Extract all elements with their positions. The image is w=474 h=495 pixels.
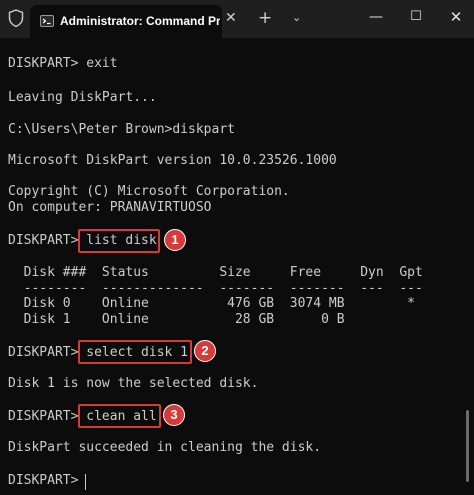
tab-command-prompt[interactable]: Administrator: Command Pro (30, 5, 222, 38)
shield-icon (8, 9, 24, 28)
highlight-clean-all (78, 404, 161, 428)
title-bar: Administrator: Command Pro ✕ + ⌄ — ☐ ✕ (0, 0, 474, 38)
tab-close-icon[interactable]: ✕ (225, 8, 239, 28)
maximize-button[interactable]: ☐ (403, 4, 429, 30)
terminal-line: Disk 1 is now the selected disk. (8, 376, 259, 391)
chevron-down-icon[interactable]: ⌄ (292, 10, 306, 26)
prompt-line: DISKPART> (8, 473, 87, 488)
terminal-line: DiskPart succeeded in cleaning the disk. (8, 440, 322, 455)
text-cursor (85, 474, 86, 490)
terminal-line: DISKPART> exit (8, 56, 118, 71)
highlight-select-disk (78, 340, 192, 364)
terminal-output[interactable]: DISKPART> exit Leaving DiskPart... C:\Us… (0, 38, 474, 495)
terminal-line: Leaving DiskPart... (8, 90, 157, 105)
step-badge-1: 1 (164, 229, 186, 251)
highlight-list-disk (78, 229, 160, 253)
tab-title: Administrator: Command Pro (60, 14, 220, 28)
minimize-button[interactable]: — (363, 4, 389, 30)
terminal-line: Microsoft DiskPart version 10.0.23526.10… (8, 153, 337, 168)
terminal-line: C:\Users\Peter Brown>diskpart (8, 122, 235, 137)
step-badge-2: 2 (194, 340, 216, 362)
new-tab-button[interactable]: + (258, 6, 278, 30)
scrollbar[interactable] (466, 410, 469, 482)
table-row: Disk 1 Online 28 GB 0 B (8, 312, 345, 327)
step-badge-3: 3 (163, 404, 185, 426)
terminal-line: On computer: PRANAVIRTUOSO (8, 200, 212, 215)
close-button[interactable]: ✕ (443, 4, 469, 30)
terminal-icon (40, 15, 54, 27)
